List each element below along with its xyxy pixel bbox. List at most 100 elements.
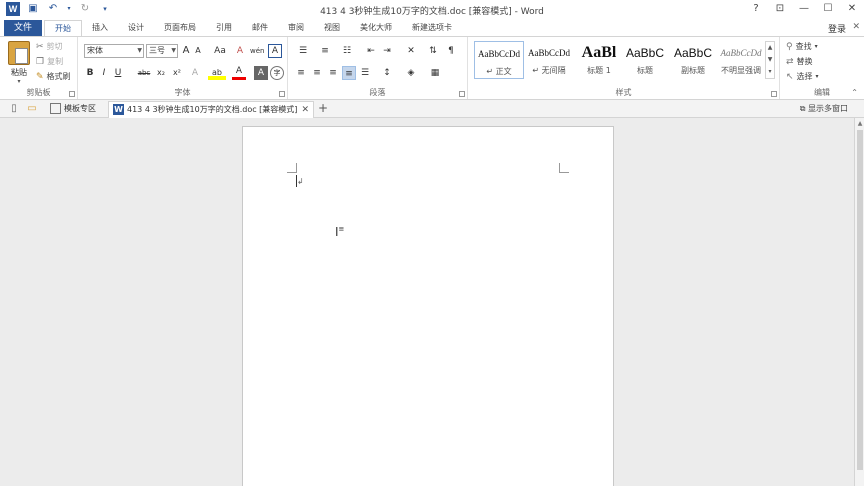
scroll-thumb[interactable] xyxy=(857,130,863,470)
tab-template-zone[interactable]: 模板专区 xyxy=(46,101,104,118)
text-effects-button[interactable]: A xyxy=(188,66,202,80)
document-workspace: ↲ I≡ xyxy=(0,118,854,486)
underline-button[interactable]: U xyxy=(112,66,124,80)
font-launcher-icon[interactable] xyxy=(279,91,285,97)
borders-icon[interactable]: ▦ xyxy=(426,66,444,80)
paragraph-launcher-icon[interactable] xyxy=(459,91,465,97)
align-left-icon[interactable]: ≡ xyxy=(294,66,308,80)
highlight-button[interactable]: ab xyxy=(208,66,226,80)
login-link[interactable]: 登录 xyxy=(828,22,846,35)
ribbon-close-icon[interactable]: ✕ xyxy=(852,22,860,32)
copy-button[interactable]: ❐ 复制 xyxy=(36,56,63,67)
numbering-icon[interactable]: ≡ xyxy=(316,44,334,58)
subscript-button[interactable]: x₂ xyxy=(154,66,168,80)
ribbon-display-options-icon[interactable]: ⊡ xyxy=(768,0,792,18)
tab-mailings[interactable]: 邮件 xyxy=(242,20,278,36)
distributed-icon[interactable]: ☰ xyxy=(358,66,372,80)
styles-gallery-scroll[interactable]: ▲ ▼ ▾ xyxy=(765,41,775,79)
home-icon xyxy=(50,103,61,114)
sort-icon[interactable]: ⇅ xyxy=(426,44,440,58)
ribbon-tabs: 开始 插入 设计 页面布局 引用 邮件 审阅 视图 美化大师 新建选项卡 xyxy=(44,20,462,36)
tab-new-tab[interactable]: 新建选项卡 xyxy=(402,20,462,36)
tab-design[interactable]: 设计 xyxy=(118,20,154,36)
shading-bucket-icon[interactable]: ◈ xyxy=(402,66,420,80)
multilevel-list-icon[interactable]: ☷ xyxy=(338,44,356,58)
tab-references[interactable]: 引用 xyxy=(206,20,242,36)
new-document-icon[interactable]: ▯ xyxy=(8,103,20,115)
italic-button[interactable]: I xyxy=(98,66,110,80)
phonetic-guide-button[interactable]: wén xyxy=(250,44,264,58)
chevron-down-icon[interactable]: ▼ xyxy=(766,54,774,66)
close-button[interactable]: ✕ xyxy=(840,0,864,18)
help-button[interactable]: ? xyxy=(744,0,768,18)
style-heading-1[interactable]: AaBl 标题 1 xyxy=(574,41,624,79)
style-title[interactable]: AaBbC 标题 xyxy=(620,41,670,79)
cut-button[interactable]: ✂ 剪切 xyxy=(36,41,63,52)
select-button[interactable]: ↖ 选择 ▾ xyxy=(786,71,819,82)
font-name-combo[interactable]: 宋体 ▼ xyxy=(84,44,144,58)
add-tab-button[interactable]: + xyxy=(318,101,328,115)
vertical-scrollbar[interactable]: ▲ xyxy=(854,118,864,486)
scroll-up-icon[interactable]: ▲ xyxy=(855,120,864,127)
ibeam-cursor-icon: I≡ xyxy=(335,225,345,239)
show-marks-icon[interactable]: ¶ xyxy=(444,44,458,58)
document-tabs-bar: ▯ ▭ 模板专区 W 413 4 3秒钟生成10万字的文档.doc [兼容模式]… xyxy=(0,100,864,118)
tab-review[interactable]: 审阅 xyxy=(278,20,314,36)
font-group-label: 字体 xyxy=(174,88,191,97)
font-color-button[interactable]: A xyxy=(232,66,246,80)
collapse-ribbon-icon[interactable]: ⌃ xyxy=(851,88,858,97)
replace-button[interactable]: ⇄ 替换 xyxy=(786,56,813,67)
tab-page-layout[interactable]: 页面布局 xyxy=(154,20,206,36)
cursor-icon: ↖ xyxy=(786,71,794,82)
open-folder-icon[interactable]: ▭ xyxy=(26,103,38,115)
show-multiwindow-button[interactable]: ⧉ 显示多窗口 xyxy=(800,103,848,114)
tab-home[interactable]: 开始 xyxy=(44,20,82,36)
margin-corner-top-right xyxy=(559,163,569,173)
font-size-combo[interactable]: 三号 ▼ xyxy=(146,44,178,58)
asian-layout-icon[interactable]: ✕ xyxy=(402,44,420,58)
find-button[interactable]: ⚲ 查找 ▾ xyxy=(786,41,818,52)
style-subtitle[interactable]: AaBbC 副标题 xyxy=(668,41,718,79)
tab-view[interactable]: 视图 xyxy=(314,20,350,36)
grow-font-button[interactable]: A xyxy=(180,44,192,58)
replace-icon: ⇄ xyxy=(786,56,794,67)
justify-icon[interactable]: ≡ xyxy=(342,66,356,80)
more-styles-icon[interactable]: ▾ xyxy=(766,66,774,78)
brush-icon: ✎ xyxy=(36,71,44,82)
style-subtle-emphasis[interactable]: AaBbCcDd 不明显强调 xyxy=(716,41,766,79)
document-page[interactable]: ↲ I≡ xyxy=(242,126,614,486)
style-no-spacing[interactable]: AaBbCcDd ↵ 无间隔 xyxy=(524,41,574,79)
bold-button[interactable]: B xyxy=(84,66,96,80)
superscript-button[interactable]: x² xyxy=(170,66,184,80)
line-spacing-icon[interactable]: ↕ xyxy=(378,66,396,80)
chevron-up-icon[interactable]: ▲ xyxy=(766,42,774,54)
char-border-button[interactable]: A xyxy=(268,44,282,58)
paste-icon xyxy=(8,41,30,65)
bullets-icon[interactable]: ☰ xyxy=(294,44,312,58)
style-normal[interactable]: AaBbCcDd ↵ 正文 xyxy=(474,41,524,79)
tab-file[interactable]: 文件 xyxy=(4,20,42,36)
clipboard-launcher-icon[interactable] xyxy=(69,91,75,97)
paste-dropdown-icon: ▾ xyxy=(17,78,21,85)
change-case-button[interactable]: Aa xyxy=(212,44,228,58)
margin-corner-top-left xyxy=(287,163,297,173)
align-center-icon[interactable]: ≡ xyxy=(310,66,324,80)
close-tab-icon[interactable]: ✕ xyxy=(301,102,309,118)
tab-insert[interactable]: 插入 xyxy=(82,20,118,36)
paste-label: 粘贴 xyxy=(11,68,27,77)
tab-beautify-master[interactable]: 美化大师 xyxy=(350,20,402,36)
minimize-button[interactable]: — xyxy=(792,0,816,18)
maximize-button[interactable]: ☐ xyxy=(816,0,840,18)
strikethrough-button[interactable]: abc xyxy=(136,66,152,80)
align-right-icon[interactable]: ≡ xyxy=(326,66,340,80)
styles-launcher-icon[interactable] xyxy=(771,91,777,97)
tab-current-document[interactable]: W 413 4 3秒钟生成10万字的文档.doc [兼容模式] ✕ xyxy=(108,101,314,118)
clear-formatting-button[interactable]: A xyxy=(234,44,246,58)
decrease-indent-icon[interactable]: ⇤ xyxy=(364,44,378,58)
enclose-char-button[interactable]: 字 xyxy=(270,66,284,80)
shrink-font-button[interactable]: A xyxy=(192,44,204,58)
increase-indent-icon[interactable]: ⇥ xyxy=(380,44,394,58)
char-shading-button[interactable]: A xyxy=(254,66,268,80)
paste-button[interactable]: 粘贴 ▾ xyxy=(6,41,32,85)
format-painter-button[interactable]: ✎ 格式刷 xyxy=(36,71,71,82)
